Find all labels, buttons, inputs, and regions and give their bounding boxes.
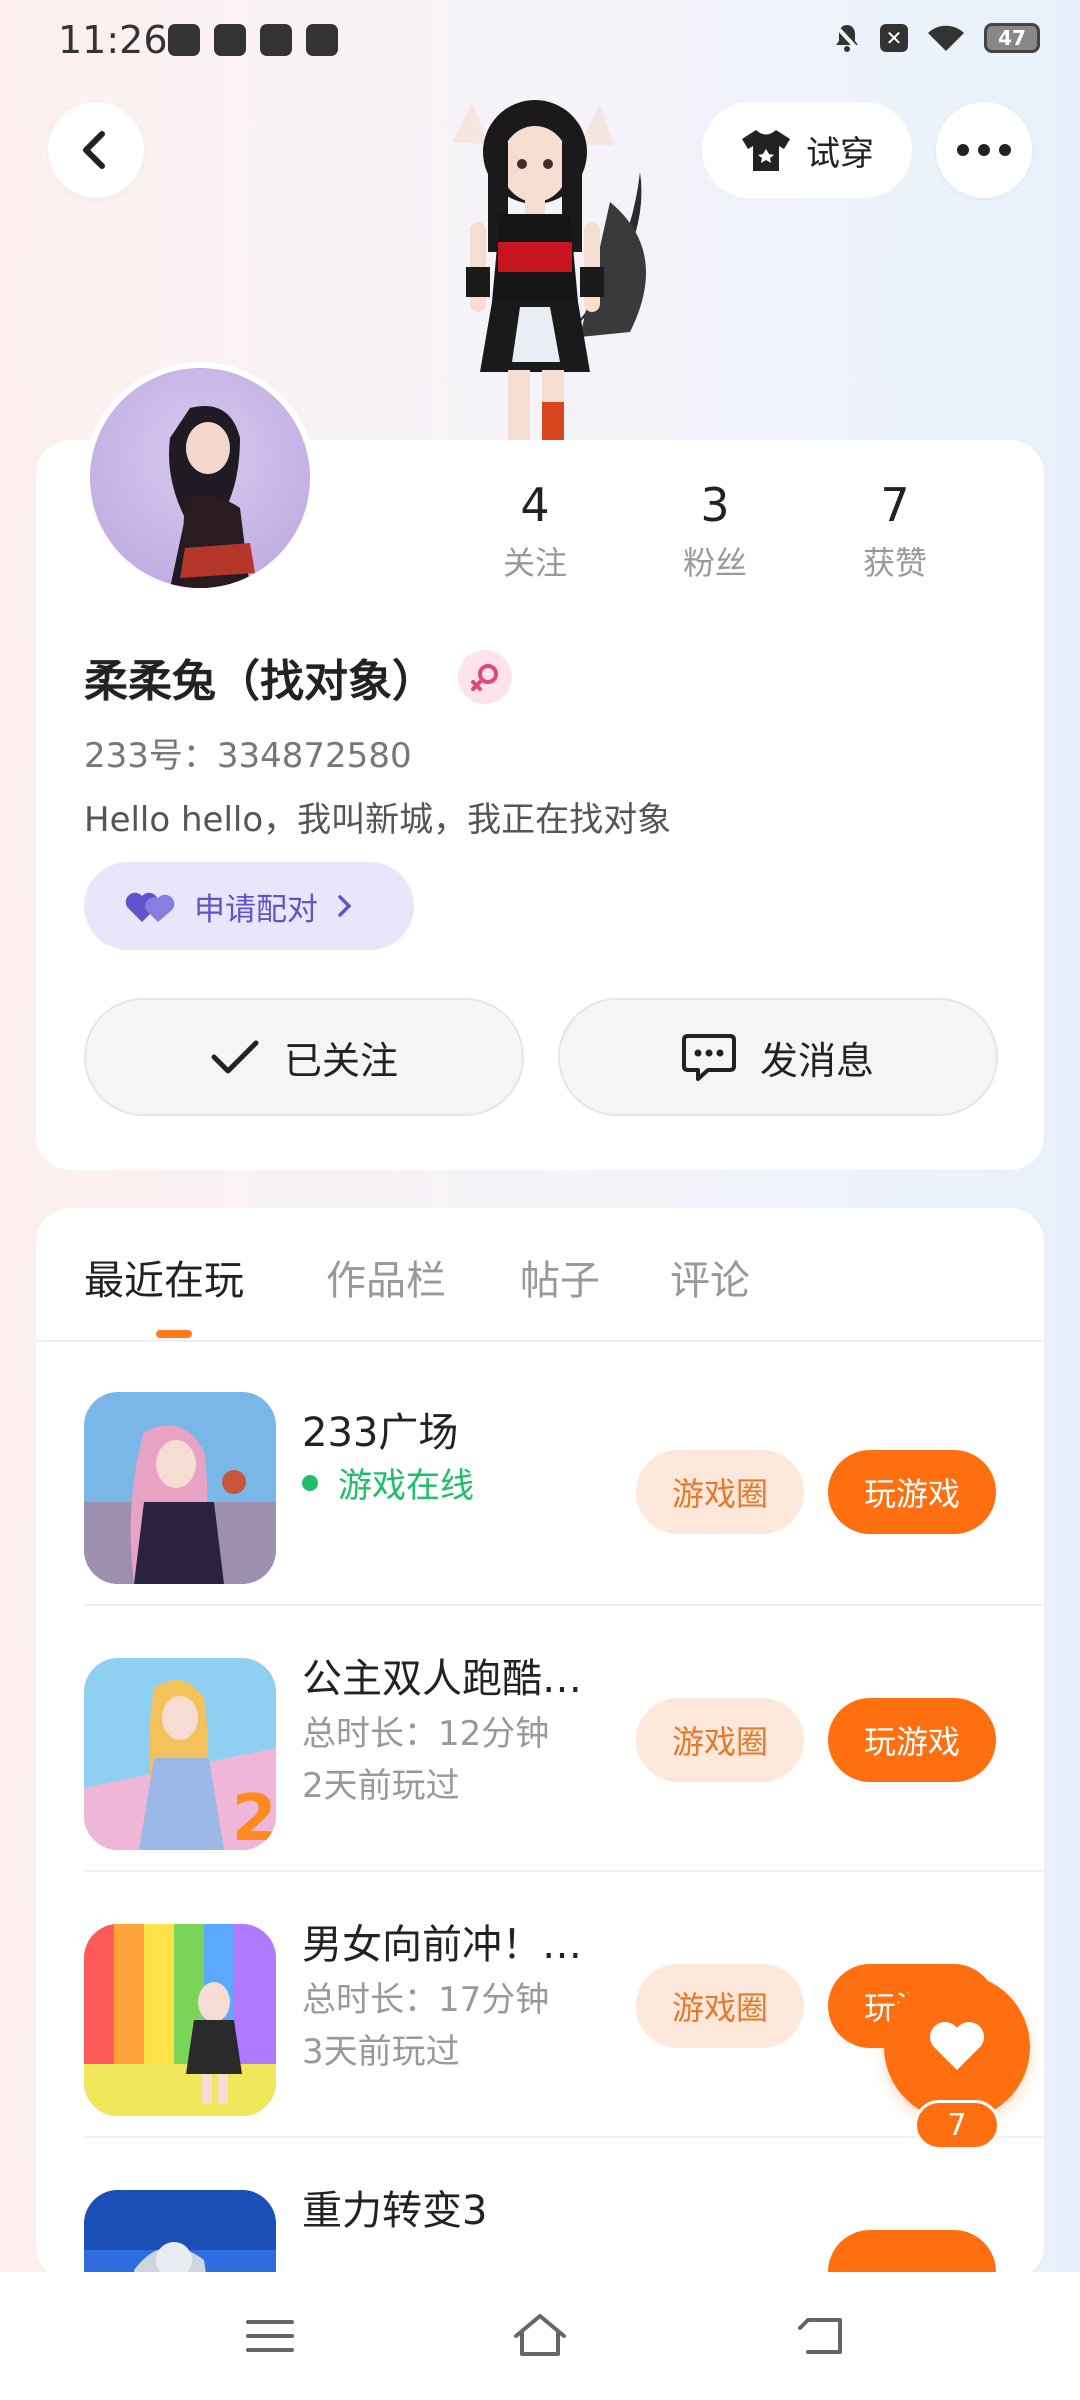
notification-app-icon — [168, 24, 200, 56]
game-circle-button[interactable]: 游戏圈 — [636, 1450, 804, 1534]
play-game-button[interactable]: 玩游戏 — [828, 1698, 996, 1782]
game-thumbnail[interactable] — [84, 1924, 276, 2116]
menu-icon[interactable] — [240, 2310, 300, 2362]
game-name: 233广场 — [302, 1410, 459, 1456]
game-circle-button[interactable]: 游戏圈 — [636, 1698, 804, 1782]
followed-label: 已关注 — [283, 1038, 398, 1083]
user-bio: Hello hello，我叫新城，我正在找对象 — [84, 800, 672, 840]
battery-level: 47 — [998, 26, 1026, 50]
tab-indicator — [156, 1330, 192, 1338]
stat-label: 关注 — [502, 544, 567, 582]
stat-label: 粉丝 — [682, 544, 747, 582]
more-dots-icon — [957, 144, 1011, 156]
apply-pair-button[interactable]: 申请配对 — [84, 862, 414, 950]
tab-recent-play[interactable]: 最近在玩 — [84, 1248, 244, 1306]
avatar-image — [169, 406, 255, 588]
avatar[interactable] — [84, 362, 316, 594]
username-text: 柔柔兔（找对象） — [84, 656, 436, 707]
game-name: 男女向前冲！… — [302, 1922, 582, 1968]
username: 柔柔兔（找对象） — [84, 645, 512, 709]
tab-comments[interactable]: 评论 — [670, 1248, 750, 1306]
chevron-right-icon — [338, 895, 352, 917]
online-dot-icon — [302, 1474, 318, 1491]
notification-icons — [168, 24, 338, 56]
home-icon[interactable] — [510, 2310, 570, 2362]
game-thumbnail[interactable]: 2 — [84, 1658, 276, 1850]
game-name: 重力转变3 — [302, 2188, 488, 2234]
game-name: 公主双人跑酷… — [302, 1656, 582, 1702]
like-count-badge: 7 — [914, 2100, 1000, 2150]
chat-bubble-icon — [681, 1034, 736, 1081]
recent-games-card: 最近在玩 作品栏 帖子 评论 233广场 游戏在线 游戏圈 玩游戏 2 公主双人… — [36, 1208, 1044, 2280]
try-on-label: 试穿 — [806, 133, 874, 174]
stat-value: 7 — [880, 478, 910, 532]
send-message-button[interactable]: 发消息 — [558, 998, 998, 1116]
list-item[interactable]: 233广场 游戏在线 游戏圈 玩游戏 — [36, 1340, 1044, 1606]
x-icon: ✕ — [880, 24, 908, 52]
status-icons: ✕ 47 — [832, 22, 1040, 54]
stat-value: 3 — [700, 478, 730, 532]
game-circle-button[interactable]: 游戏圈 — [636, 1964, 804, 2048]
svg-text:2: 2 — [232, 1782, 276, 1850]
game-last-played: 2天前玩过 — [302, 1766, 460, 1806]
profile-tabs: 最近在玩 作品栏 帖子 评论 — [36, 1208, 1044, 1342]
tshirt-icon — [742, 130, 790, 171]
like-button[interactable] — [884, 1974, 1030, 2120]
back-nav-icon[interactable] — [794, 2310, 854, 2362]
wifi-icon — [928, 25, 964, 51]
tab-works[interactable]: 作品栏 — [326, 1248, 446, 1306]
female-icon — [458, 650, 512, 704]
list-item[interactable]: 重力转变3 — [36, 2138, 1044, 2280]
stat-following[interactable]: 4 关注 — [450, 478, 620, 584]
bell-muted-icon — [833, 23, 861, 53]
game-duration: 总时长：17分钟 — [302, 1980, 550, 2020]
list-item[interactable]: 2 公主双人跑酷… 总时长：12分钟 2天前玩过 游戏圈 玩游戏 — [36, 1606, 1044, 1872]
check-icon — [211, 1040, 259, 1074]
chevron-left-icon — [83, 131, 105, 169]
send-message-label: 发消息 — [759, 1038, 874, 1083]
try-on-button[interactable]: 试穿 — [702, 102, 912, 198]
apply-pair-label: 申请配对 — [194, 891, 318, 928]
notification-app-icon — [306, 24, 338, 56]
status-bar: 11:26 ✕ 47 — [0, 0, 1080, 84]
list-item[interactable]: 男女向前冲！… 总时长：17分钟 3天前玩过 游戏圈 玩游戏 — [36, 1872, 1044, 2138]
stat-likes[interactable]: 7 获赞 — [810, 478, 980, 584]
profile-stats: 4 关注 3 粉丝 7 获赞 — [450, 478, 980, 584]
more-button[interactable] — [936, 102, 1032, 198]
back-button[interactable] — [48, 102, 144, 198]
game-duration: 总时长：12分钟 — [302, 1714, 550, 1754]
stat-label: 获赞 — [862, 544, 927, 582]
notification-app-icon — [214, 24, 246, 56]
avatar-3d-character[interactable] — [400, 82, 680, 442]
tab-posts[interactable]: 帖子 — [520, 1248, 600, 1306]
stat-value: 4 — [520, 478, 550, 532]
game-thumbnail[interactable] — [84, 1392, 276, 1584]
game-thumbnail[interactable] — [84, 2190, 276, 2280]
online-status-text: 游戏在线 — [338, 1466, 474, 1506]
stat-followers[interactable]: 3 粉丝 — [630, 478, 800, 584]
system-nav-bar — [0, 2272, 1080, 2400]
game-online-status: 游戏在线 — [302, 1458, 474, 1507]
heart-icon — [930, 2022, 984, 2070]
play-game-button[interactable]: 玩游戏 — [828, 1450, 996, 1534]
game-last-played: 3天前玩过 — [302, 2032, 460, 2072]
double-heart-icon — [125, 892, 175, 922]
status-time: 11:26 — [58, 18, 168, 62]
notification-app-icon — [260, 24, 292, 56]
battery-icon: 47 — [984, 23, 1040, 53]
user-id: 233号：334872580 — [84, 736, 412, 776]
followed-button[interactable]: 已关注 — [84, 998, 524, 1116]
